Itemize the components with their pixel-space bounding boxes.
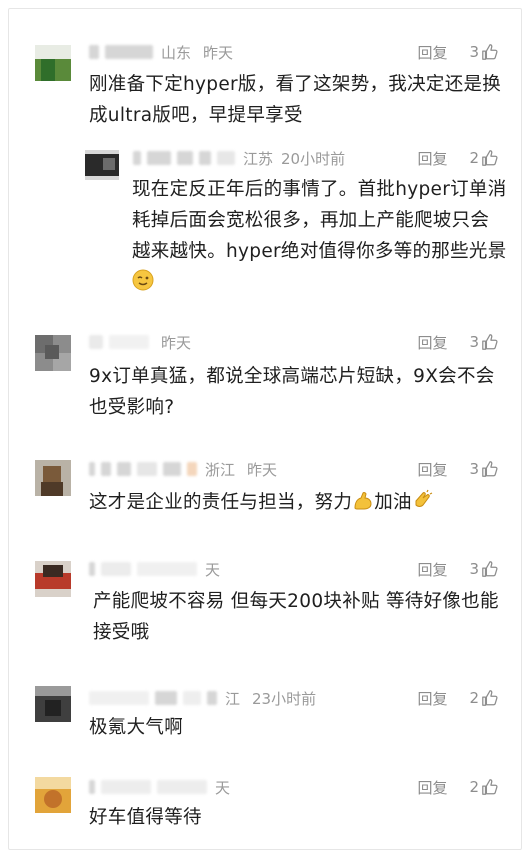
avatar[interactable] <box>35 460 71 496</box>
reply-button[interactable]: 回复 <box>417 777 447 798</box>
comment-time: 昨天 <box>247 460 278 479</box>
avatar[interactable] <box>35 686 71 722</box>
reply-button[interactable]: 回复 <box>417 688 447 709</box>
reply-button[interactable]: 回复 <box>417 42 447 63</box>
comment-list: 山东 昨天 回复 3 刚准备下定hyper版，看了这架势，我决定还是换成ultr… <box>8 8 522 850</box>
comment-text: 好车值得等待 <box>89 807 202 828</box>
avatar[interactable] <box>35 335 71 371</box>
comment-text: 产能爬坡不容易 但每天200块补贴 等待好像也能接受哦 <box>93 591 499 643</box>
comment-meta: 江苏 20小时前 <box>133 147 345 169</box>
comment-actions: 回复 3 <box>417 558 499 580</box>
comment-time: 23小时前 <box>252 689 317 708</box>
thumbs-up-icon[interactable] <box>481 43 499 61</box>
comment-text-tail: 加油 <box>374 492 412 513</box>
like-count: 3 <box>469 460 479 478</box>
comment-text: 刚准备下定hyper版，看了这架势，我决定还是换成ultra版吧，早提早享受 <box>89 74 502 126</box>
thumbs-up-icon[interactable] <box>481 689 499 707</box>
comment-meta: 昨天 <box>89 331 191 353</box>
comment-location: 江苏 <box>243 149 274 168</box>
comment-text-body: 现在定反正年后的事情了。首批hyper订单消耗掉后面会宽松很多，再加上产能爬坡只… <box>132 179 507 262</box>
like-count: 2 <box>469 149 479 167</box>
like-count: 2 <box>469 689 479 707</box>
comment-text: 现在定反正年后的事情了。首批hyper订单消耗掉后面会宽松很多，再加上产能爬坡只… <box>132 174 507 301</box>
comment-text: 9x订单真猛，都说全球高端芯片短缺，9X会不会也受影响? <box>89 366 495 418</box>
avatar[interactable] <box>35 777 71 813</box>
reply-button[interactable]: 回复 <box>417 148 447 169</box>
comment-text: 这才是企业的责任与担当，努力 加油 <box>89 487 509 521</box>
comment-meta: 天 <box>89 558 220 580</box>
reply-button[interactable]: 回复 <box>417 332 447 353</box>
comment-actions: 回复 3 <box>417 331 499 353</box>
comment-meta: 浙江 昨天 <box>89 458 277 480</box>
comment-location: 山东 <box>161 43 192 62</box>
comment-time: 天 <box>205 560 221 579</box>
clap-emoji <box>412 489 434 521</box>
comment-actions: 回复 3 <box>417 41 499 63</box>
muscle-emoji <box>352 489 374 521</box>
comment-text-body: 这才是企业的责任与担当，努力 <box>89 492 353 513</box>
comment-time: 20小时前 <box>281 149 346 168</box>
thumbs-up-icon[interactable] <box>481 149 499 167</box>
like-count: 3 <box>469 333 479 351</box>
thumbs-up-icon[interactable] <box>481 560 499 578</box>
comment-location: 江 <box>225 689 241 708</box>
reply-button[interactable]: 回复 <box>417 459 447 480</box>
thumbs-up-icon[interactable] <box>481 778 499 796</box>
like-count: 3 <box>469 560 479 578</box>
comment-actions: 回复 2 <box>417 776 499 798</box>
comment-meta: 山东 昨天 <box>89 41 233 63</box>
comment-actions: 回复 2 <box>417 147 499 169</box>
comment-meta: 天 <box>89 776 230 798</box>
comment-actions: 回复 3 <box>417 458 499 480</box>
comment-time: 昨天 <box>161 333 192 352</box>
avatar[interactable] <box>85 150 119 180</box>
reply-button[interactable]: 回复 <box>417 559 447 580</box>
avatar[interactable] <box>35 45 71 81</box>
comment-text: 极氪大气啊 <box>89 717 184 738</box>
comment-time: 天 <box>215 778 231 797</box>
thumbs-up-icon[interactable] <box>481 333 499 351</box>
avatar[interactable] <box>35 561 71 597</box>
like-count: 2 <box>469 778 479 796</box>
comment-time: 昨天 <box>203 43 234 62</box>
comment-meta: 江 23小时前 <box>89 687 316 709</box>
thumbs-up-icon[interactable] <box>481 460 499 478</box>
comment-actions: 回复 2 <box>417 687 499 709</box>
comment-location: 浙江 <box>205 460 236 479</box>
like-count: 3 <box>469 43 479 61</box>
wink-emoji <box>132 269 154 301</box>
